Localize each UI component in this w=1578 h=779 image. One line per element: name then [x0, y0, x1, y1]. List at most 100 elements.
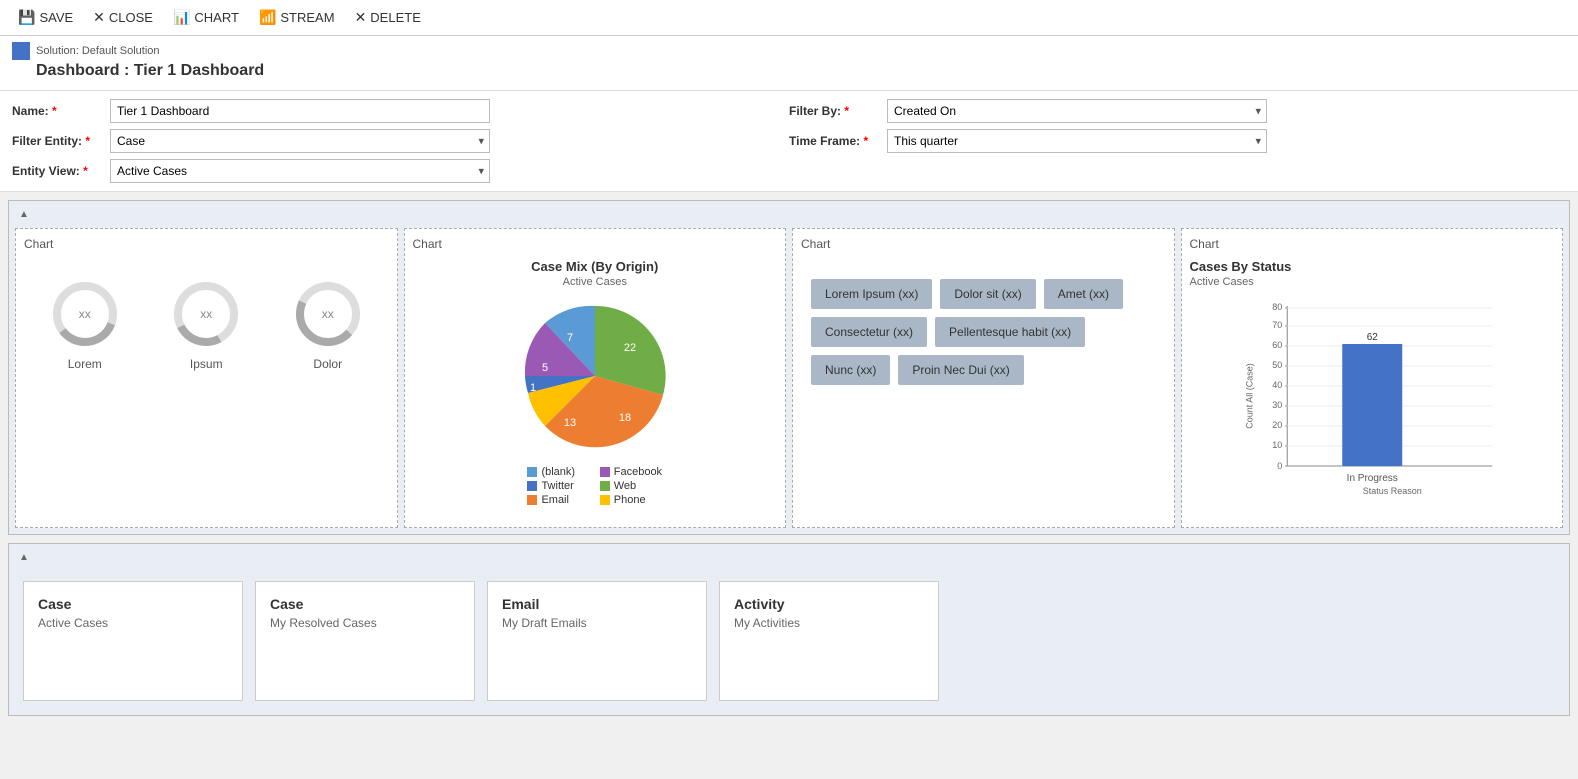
form-fields: Name: * Filter Entity: * Case Entity Vie…: [0, 91, 1578, 192]
chart3-btn-5[interactable]: Nunc (xx): [811, 355, 890, 385]
svg-text:0: 0: [1277, 461, 1282, 471]
save-icon: 💾: [18, 9, 35, 26]
list-card-1-sub: My Resolved Cases: [270, 616, 460, 630]
donut-container: xx Lorem xx Ipsum: [24, 259, 389, 391]
filter-entity-wrapper[interactable]: Case: [110, 129, 490, 153]
donut-item-dolor: xx Dolor: [293, 279, 363, 371]
donut-ring-lorem: xx: [50, 279, 120, 349]
chart4-subtitle: Active Cases: [1190, 276, 1555, 288]
donut-item-lorem: xx Lorem: [50, 279, 120, 371]
list-section: ▲ Case Active Cases Case My Resolved Cas…: [8, 543, 1570, 716]
list-items-row: Case Active Cases Case My Resolved Cases…: [15, 573, 1563, 709]
svg-text:In Progress: In Progress: [1346, 473, 1397, 484]
chart2-content: Case Mix (By Origin) Active Cases: [413, 259, 778, 506]
svg-text:60: 60: [1272, 340, 1282, 350]
time-frame-row: Time Frame: * This quarter: [789, 129, 1566, 153]
legend-dot-facebook: [600, 467, 610, 477]
svg-text:5: 5: [542, 362, 548, 374]
chart-section-header: ▲: [15, 207, 1563, 222]
filter-by-wrapper[interactable]: Created On: [887, 99, 1267, 123]
svg-text:50: 50: [1272, 360, 1282, 370]
delete-button[interactable]: ✕ DELETE: [345, 5, 431, 30]
list-card-2-sub: My Draft Emails: [502, 616, 692, 630]
pie-chart: 22 7 5 1 18 13: [515, 296, 675, 456]
list-card-1[interactable]: Case My Resolved Cases: [255, 581, 475, 701]
legend-web: Web: [600, 480, 662, 492]
chart3-title: Chart: [801, 237, 1166, 251]
chart3-btn-2[interactable]: Amet (xx): [1044, 279, 1123, 309]
svg-text:20: 20: [1272, 420, 1282, 430]
chart4-content: Cases By Status Active Cases 0 10 20: [1190, 259, 1555, 496]
chart-box-1: Chart xx Lorem: [15, 228, 398, 528]
bar-chart: 0 10 20 30 40 50 60 70: [1190, 296, 1555, 496]
entity-view-select[interactable]: Active Cases: [110, 159, 490, 183]
donut-value-lorem: xx: [79, 307, 91, 321]
toolbar: 💾 SAVE ✕ CLOSE 📊 CHART 📶 STREAM ✕ DELETE: [0, 0, 1578, 36]
list-card-3-sub: My Activities: [734, 616, 924, 630]
svg-text:30: 30: [1272, 400, 1282, 410]
chart2-subtitle: Active Cases: [563, 276, 627, 288]
save-button[interactable]: 💾 SAVE: [8, 5, 83, 30]
stream-button[interactable]: 📶 STREAM: [249, 5, 345, 30]
time-frame-wrapper[interactable]: This quarter: [887, 129, 1267, 153]
chart3-buttons: Lorem Ipsum (xx) Dolor sit (xx) Amet (xx…: [801, 259, 1166, 405]
delete-icon: ✕: [355, 9, 367, 26]
close-icon: ✕: [93, 9, 105, 26]
name-row: Name: *: [12, 99, 789, 123]
svg-text:80: 80: [1272, 302, 1282, 312]
filter-entity-row: Filter Entity: * Case: [12, 129, 789, 153]
filter-by-label: Filter By: *: [789, 104, 879, 118]
legend-facebook: Facebook: [600, 466, 662, 478]
time-frame-select[interactable]: This quarter: [887, 129, 1267, 153]
svg-text:Status Reason: Status Reason: [1362, 486, 1421, 496]
page-header: Solution: Default Solution Dashboard : T…: [0, 36, 1578, 91]
svg-text:18: 18: [619, 412, 631, 424]
list-section-arrow[interactable]: ▲: [19, 552, 29, 563]
list-card-3[interactable]: Activity My Activities: [719, 581, 939, 701]
svg-text:10: 10: [1272, 440, 1282, 450]
list-card-2-title: Email: [502, 596, 692, 612]
chart3-btn-6[interactable]: Proin Nec Dui (xx): [898, 355, 1023, 385]
filter-entity-label: Filter Entity: *: [12, 134, 102, 148]
entity-view-wrapper[interactable]: Active Cases: [110, 159, 490, 183]
donut-label-ipsum: Ipsum: [190, 357, 223, 371]
filter-by-row: Filter By: * Created On: [789, 99, 1566, 123]
filter-by-select[interactable]: Created On: [887, 99, 1267, 123]
legend-blank: (blank): [527, 466, 589, 478]
svg-text:22: 22: [624, 342, 636, 354]
donut-value-ipsum: xx: [200, 307, 212, 321]
chart2-chart-title: Case Mix (By Origin): [531, 259, 658, 274]
legend-dot-twitter: [527, 481, 537, 491]
chart3-btn-1[interactable]: Dolor sit (xx): [940, 279, 1035, 309]
donut-label-dolor: Dolor: [313, 357, 342, 371]
list-card-2[interactable]: Email My Draft Emails: [487, 581, 707, 701]
chart2-title: Chart: [413, 237, 778, 251]
donut-value-dolor: xx: [322, 307, 334, 321]
chart-button[interactable]: 📊 CHART: [163, 5, 249, 30]
chart3-btn-0[interactable]: Lorem Ipsum (xx): [811, 279, 932, 309]
chart3-btn-3[interactable]: Consectetur (xx): [811, 317, 927, 347]
legend-dot-phone: [600, 495, 610, 505]
list-card-0[interactable]: Case Active Cases: [23, 581, 243, 701]
page-title: Dashboard : Tier 1 Dashboard: [36, 62, 1566, 80]
chart-box-4: Chart Cases By Status Active Cases 0 10: [1181, 228, 1564, 528]
name-label: Name: *: [12, 104, 102, 118]
charts-row: Chart xx Lorem: [15, 228, 1563, 528]
donut-item-ipsum: xx Ipsum: [171, 279, 241, 371]
legend-phone: Phone: [600, 494, 662, 506]
chart3-btn-4[interactable]: Pellentesque habit (xx): [935, 317, 1085, 347]
entity-view-label: Entity View: *: [12, 164, 102, 178]
legend-dot-email: [527, 495, 537, 505]
chart-section-arrow[interactable]: ▲: [19, 209, 29, 220]
list-card-1-title: Case: [270, 596, 460, 612]
chart-box-3: Chart Lorem Ipsum (xx) Dolor sit (xx) Am…: [792, 228, 1175, 528]
chart1-title: Chart: [24, 237, 389, 251]
close-button[interactable]: ✕ CLOSE: [83, 5, 163, 30]
svg-text:40: 40: [1272, 380, 1282, 390]
svg-text:Count All (Case): Count All (Case): [1244, 363, 1254, 429]
filter-entity-select[interactable]: Case: [110, 129, 490, 153]
chart4-title: Chart: [1190, 237, 1555, 251]
name-input[interactable]: [110, 99, 490, 123]
list-card-0-sub: Active Cases: [38, 616, 228, 630]
svg-text:13: 13: [564, 417, 576, 429]
